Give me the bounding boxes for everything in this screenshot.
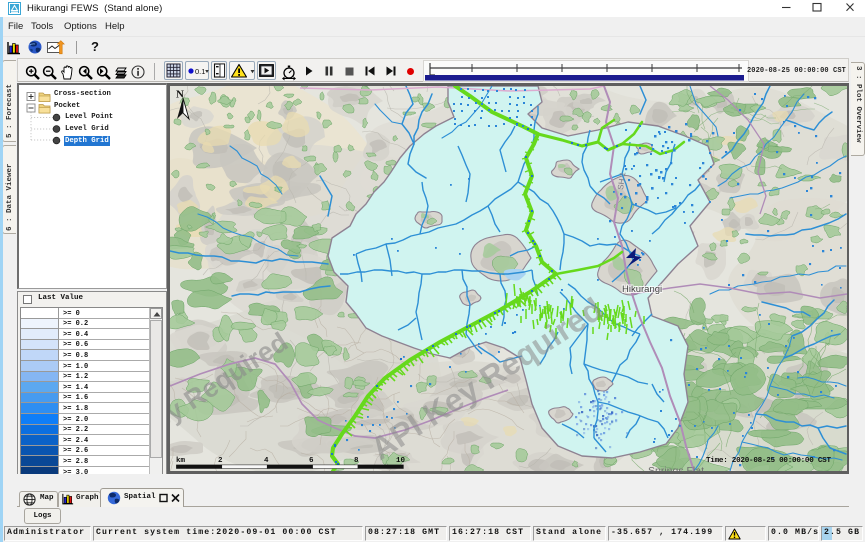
svg-text:10: 10 (396, 457, 406, 465)
svg-text:Hikurangi: Hikurangi (622, 284, 662, 295)
svg-text:km: km (176, 457, 186, 465)
svg-text:0.1: 0.1 (195, 67, 205, 76)
svg-text:4: 4 (264, 457, 269, 465)
svg-text:6: 6 (309, 457, 314, 465)
svg-text:Time: 2020-08-25 00:00:00 CST: Time: 2020-08-25 00:00:00 CST (706, 457, 831, 465)
svg-text:8: 8 (354, 457, 359, 465)
svg-text:Springs Flat: Springs Flat (648, 465, 704, 471)
svg-text:2: 2 (218, 457, 223, 465)
